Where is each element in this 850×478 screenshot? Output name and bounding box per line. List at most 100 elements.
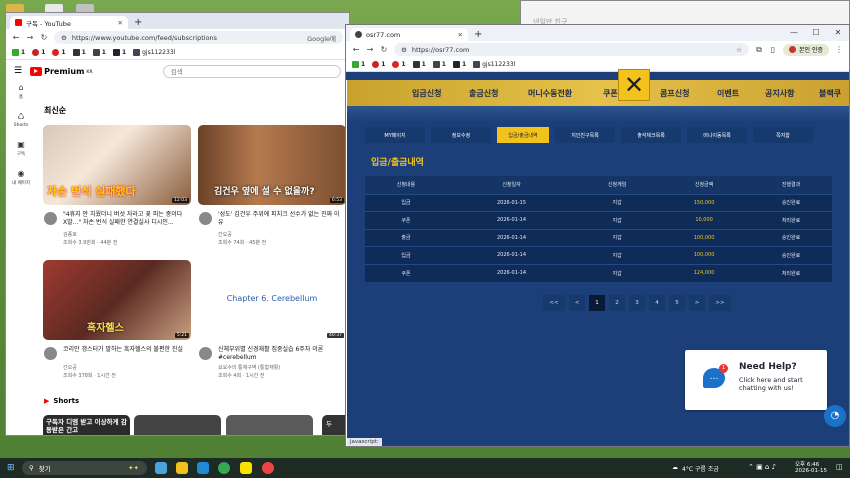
reload-icon[interactable]: ↻ — [380, 45, 388, 54]
close-window-icon[interactable]: ✕ — [827, 25, 849, 41]
video-thumbnail[interactable]: 김건우 옆에 설 수 없을까? 6:53 — [198, 125, 346, 205]
site-info-icon[interactable]: ⚙ — [61, 34, 67, 42]
video-thumbnail[interactable]: 자손 번식 실패했다 12:03 — [43, 125, 191, 205]
sidebar-item-you[interactable]: ◉ 내 페이지 — [6, 169, 36, 186]
taskbar-search[interactable]: ⚲ 찾기 ✦✦ — [22, 461, 147, 475]
new-tab-icon[interactable]: + — [474, 28, 482, 41]
nav-withdraw[interactable]: 출금신청 — [469, 88, 498, 99]
tab-youtube[interactable]: 구독 - YouTube ✕ — [10, 16, 128, 29]
page-number[interactable]: 4 — [649, 295, 665, 311]
taskbar-app-icon[interactable] — [155, 462, 167, 474]
bookmark-item[interactable]: gjs112233l — [473, 61, 515, 68]
channel-avatar[interactable] — [199, 212, 212, 225]
page-number[interactable]: 3 — [629, 295, 645, 311]
video-thumbnail[interactable]: 흑자헬스 5:21 — [43, 260, 191, 340]
video-title[interactable]: '성도' 김건우 주위에 피지크 선수가 없는 진짜 이유 — [218, 211, 343, 227]
close-tab-icon[interactable]: ✕ — [118, 19, 123, 27]
video-title[interactable]: "4휴지 안 치웠더니 버섯 자라고 꽃 피는 중이다 X발..." 자손 번식… — [63, 211, 188, 227]
bookmark-item[interactable]: 1 — [432, 61, 446, 68]
clock-date[interactable]: 2026-01-15 — [795, 468, 827, 474]
tab-attendance[interactable]: 출석체크목록 — [621, 127, 681, 143]
sidebar-item-shorts[interactable]: ♺ Shorts — [6, 112, 36, 128]
bookmark-item[interactable]: 1 — [32, 49, 45, 56]
close-menu-button[interactable]: ✕ — [618, 69, 650, 101]
sidepanel-icon[interactable]: ▯ — [769, 45, 777, 54]
start-icon[interactable]: ⊞ — [7, 463, 15, 473]
reload-icon[interactable]: ↻ — [40, 33, 48, 42]
tab-history[interactable]: 입금/출금내역 — [497, 127, 549, 143]
video-title[interactable]: 코리안 갱스터가 말하는 흑자헬스의 불편한 진실 — [63, 346, 188, 354]
nav-blacklist[interactable]: 블랙쿠 — [819, 88, 841, 99]
page-number[interactable]: 2 — [609, 295, 625, 311]
short-thumbnail[interactable] — [226, 415, 313, 435]
search-input[interactable]: 검색 — [162, 64, 341, 78]
page-prev[interactable]: < — [569, 295, 585, 311]
tab-osr77[interactable]: osr77.com ✕ — [350, 28, 468, 41]
tab-friends[interactable]: 지인친구목록 — [555, 127, 615, 143]
notification-icon[interactable]: ◫ — [836, 463, 843, 471]
close-tab-icon[interactable]: ✕ — [458, 31, 463, 39]
nav-event[interactable]: 이벤트 — [717, 88, 739, 99]
short-thumbnail[interactable]: 구독자 디엠 받고 이상하게 감동받은 간고 — [43, 415, 130, 435]
chrome-icon[interactable] — [218, 462, 230, 474]
kakaotalk-icon[interactable] — [240, 462, 252, 474]
back-icon[interactable]: ← — [12, 33, 20, 42]
nav-deposit[interactable]: 입금신청 — [412, 88, 441, 99]
nav-comp[interactable]: 콤프신청 — [660, 88, 689, 99]
tab-edit-info[interactable]: 정보수정 — [431, 127, 491, 143]
sidebar-item-subscriptions[interactable]: ▣ 구독 — [6, 140, 36, 157]
page-last[interactable]: >> — [709, 295, 731, 311]
chrome-profile-icon[interactable] — [262, 462, 274, 474]
nav-coupon[interactable]: 쿠폰 — [603, 88, 618, 99]
profile-button[interactable]: 본인 인증 — [783, 43, 829, 56]
bookmark-star-icon[interactable]: ☆ — [736, 46, 742, 54]
bookmark-item[interactable]: 1 — [92, 49, 106, 56]
bookmark-item[interactable]: 1 — [452, 61, 466, 68]
channel-avatar[interactable] — [44, 347, 57, 360]
youtube-browser-window[interactable]: 구독 - YouTube ✕ + ← → ↻ ⚙ https://www.you… — [5, 12, 350, 436]
bookmark-item[interactable]: 1 — [52, 49, 66, 56]
bookmark-item[interactable]: 1 — [112, 49, 126, 56]
video-thumbnail[interactable]: Chapter 6. Cerebellum 40:37 — [198, 260, 346, 340]
tab-messages[interactable]: 쪽지함 — [753, 127, 813, 143]
youtube-logo[interactable]: Premium KR — [30, 66, 93, 76]
address-bar[interactable]: ⚙ https://www.youtube.com/feed/subscript… — [54, 31, 343, 44]
page-number[interactable]: 1 — [589, 295, 605, 311]
video-title[interactable]: 신체부위별 신경재활 집중실습 6주차 이론 #cerebellum — [218, 346, 343, 362]
osr77-browser-window[interactable]: osr77.com ✕ + — ☐ ✕ ← → ↻ ⚙ https://osr7… — [345, 24, 850, 447]
address-bar[interactable]: ⚙ https://osr77.com ☆ — [394, 43, 749, 56]
more-menu-icon[interactable]: ⋮ — [835, 45, 843, 54]
nav-money-transfer[interactable]: 머니수동전환 — [528, 88, 572, 99]
nav-notice[interactable]: 공지사항 — [765, 88, 794, 99]
bookmark-item[interactable]: 1 — [392, 61, 406, 68]
short-thumbnail[interactable] — [134, 415, 221, 435]
sidebar-item-home[interactable]: ⌂ 홈 — [6, 83, 36, 100]
tab-mypage[interactable]: MY페이지 — [365, 127, 425, 143]
chat-launcher-button[interactable]: ◔ — [824, 405, 846, 427]
file-explorer-icon[interactable] — [176, 462, 188, 474]
menu-icon[interactable]: ☰ — [14, 66, 22, 76]
bookmark-item[interactable]: 1 — [412, 61, 426, 68]
extensions-icon[interactable]: ⧉ — [755, 45, 763, 55]
page-next[interactable]: > — [689, 295, 705, 311]
bookmark-item[interactable]: 1 — [372, 61, 385, 68]
forward-icon[interactable]: → — [366, 45, 374, 54]
page-first[interactable]: << — [543, 295, 565, 311]
new-tab-icon[interactable]: + — [134, 16, 142, 29]
help-chat-widget[interactable]: … 1 Need Help? Click here and start chat… — [685, 350, 827, 410]
bookmark-item[interactable]: 1 — [12, 49, 25, 56]
bookmark-item[interactable]: 1 — [352, 61, 365, 68]
site-info-icon[interactable]: ⚙ — [401, 46, 407, 54]
video-channel[interactable]: 간오공 — [63, 365, 77, 372]
clock-time[interactable]: 오후 6:46 — [795, 460, 819, 468]
weather-text[interactable]: 4°C 구름 조금 — [682, 464, 719, 473]
minimize-icon[interactable]: — — [783, 25, 805, 41]
bookmark-item[interactable]: 1 — [72, 49, 86, 56]
back-icon[interactable]: ← — [352, 45, 360, 54]
tray-icons[interactable]: ⌃ ▣ ⌂ ♪ — [748, 463, 776, 471]
bookmark-item[interactable]: gjs112233l — [133, 49, 175, 56]
forward-icon[interactable]: → — [26, 33, 34, 42]
maximize-icon[interactable]: ☐ — [805, 25, 827, 41]
video-channel[interactable]: 간오공 — [218, 232, 232, 239]
tab-money-move[interactable]: 머니이동목록 — [687, 127, 747, 143]
